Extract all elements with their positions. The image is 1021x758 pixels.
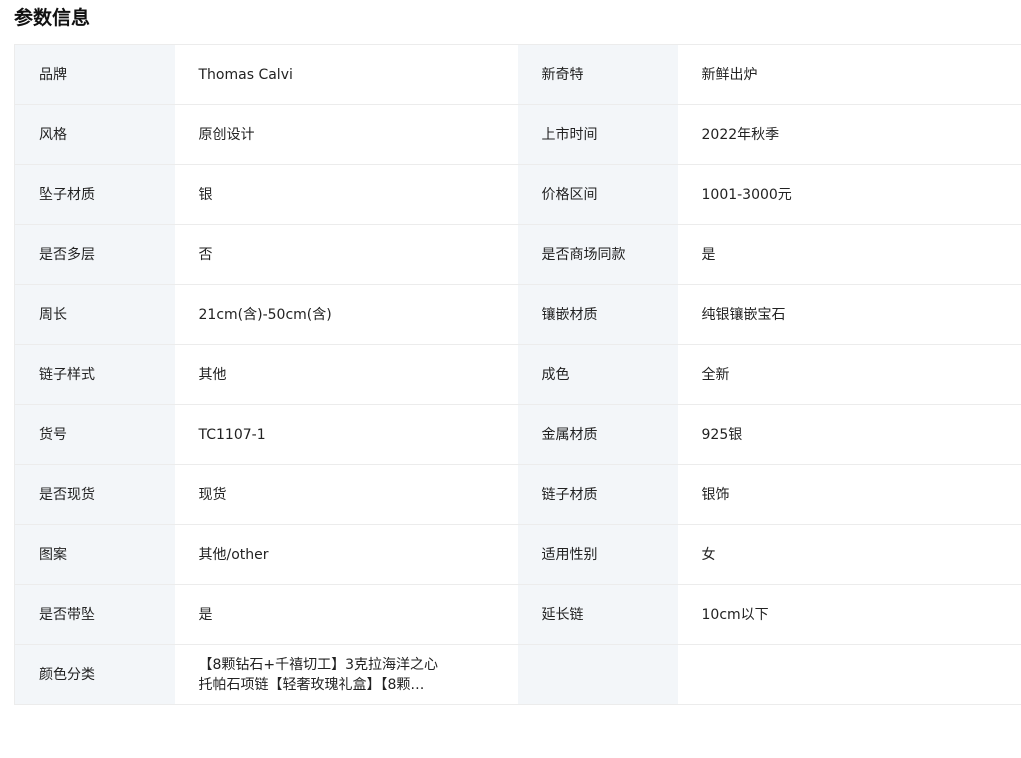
param-value: 925银 (677, 404, 1021, 465)
param-label: 颜色分类 (14, 644, 175, 705)
param-value: 否 (174, 224, 518, 285)
param-value: 21cm(含)-50cm(含) (174, 284, 518, 345)
param-label: 镶嵌材质 (517, 284, 678, 345)
param-label: 链子样式 (14, 344, 175, 405)
param-value-line: 【8颗钻石+千禧切工】3克拉海洋之心 (198, 656, 439, 673)
param-value: 纯银镶嵌宝石 (677, 284, 1021, 345)
param-label-empty (517, 644, 678, 705)
param-label: 周长 (14, 284, 175, 345)
table-row: 货号 TC1107-1 金属材质 925银 (14, 404, 1021, 465)
param-value: TC1107-1 (174, 404, 518, 465)
table-row: 坠子材质 银 价格区间 1001-3000元 (14, 164, 1021, 225)
param-label: 是否现货 (14, 464, 175, 525)
param-value: 银 (174, 164, 518, 225)
table-row: 颜色分类 【8颗钻石+千禧切工】3克拉海洋之心 托帕石项链【轻奢玫瑰礼盒】【8颗… (14, 644, 1021, 705)
param-value: 新鲜出炉 (677, 44, 1021, 105)
param-label: 链子材质 (517, 464, 678, 525)
table-row: 风格 原创设计 上市时间 2022年秋季 (14, 104, 1021, 165)
param-label: 适用性别 (517, 524, 678, 585)
param-label: 价格区间 (517, 164, 678, 225)
param-label: 上市时间 (517, 104, 678, 165)
param-label: 品牌 (14, 44, 175, 105)
param-value-text: 【8颗钻石+千禧切工】3克拉海洋之心 托帕石项链【轻奢玫瑰礼盒】【8颗… (199, 655, 439, 695)
param-label: 图案 (14, 524, 175, 585)
param-value: 女 (677, 524, 1021, 585)
param-label: 新奇特 (517, 44, 678, 105)
param-value: 其他 (174, 344, 518, 405)
param-value: 其他/other (174, 524, 518, 585)
param-label: 是否带坠 (14, 584, 175, 645)
parameter-table: 品牌 Thomas Calvi 新奇特 新鲜出炉 风格 原创设计 上市时间 20… (14, 44, 1021, 705)
table-row: 品牌 Thomas Calvi 新奇特 新鲜出炉 (14, 44, 1021, 105)
param-value: 10cm以下 (677, 584, 1021, 645)
param-value-color-category: 【8颗钻石+千禧切工】3克拉海洋之心 托帕石项链【轻奢玫瑰礼盒】【8颗… (174, 644, 518, 705)
param-label: 是否商场同款 (517, 224, 678, 285)
param-label: 货号 (14, 404, 175, 465)
table-row: 图案 其他/other 适用性别 女 (14, 524, 1021, 585)
table-row: 是否带坠 是 延长链 10cm以下 (14, 584, 1021, 645)
param-label: 坠子材质 (14, 164, 175, 225)
param-value: Thomas Calvi (174, 44, 518, 105)
param-label: 延长链 (517, 584, 678, 645)
param-label: 是否多层 (14, 224, 175, 285)
param-value: 全新 (677, 344, 1021, 405)
param-label: 成色 (517, 344, 678, 405)
table-row: 链子样式 其他 成色 全新 (14, 344, 1021, 405)
param-value-empty (677, 644, 1021, 705)
param-label: 风格 (14, 104, 175, 165)
param-value: 2022年秋季 (677, 104, 1021, 165)
param-value: 是 (174, 584, 518, 645)
param-value: 现货 (174, 464, 518, 525)
param-value: 银饰 (677, 464, 1021, 525)
section-title: 参数信息 (14, 7, 91, 29)
param-value: 原创设计 (174, 104, 518, 165)
table-row: 是否多层 否 是否商场同款 是 (14, 224, 1021, 285)
param-value: 1001-3000元 (677, 164, 1021, 225)
param-label: 金属材质 (517, 404, 678, 465)
param-value-line: 托帕石项链【轻奢玫瑰礼盒】【8颗… (198, 676, 425, 693)
table-row: 周长 21cm(含)-50cm(含) 镶嵌材质 纯银镶嵌宝石 (14, 284, 1021, 345)
table-row: 是否现货 现货 链子材质 银饰 (14, 464, 1021, 525)
param-value: 是 (677, 224, 1021, 285)
